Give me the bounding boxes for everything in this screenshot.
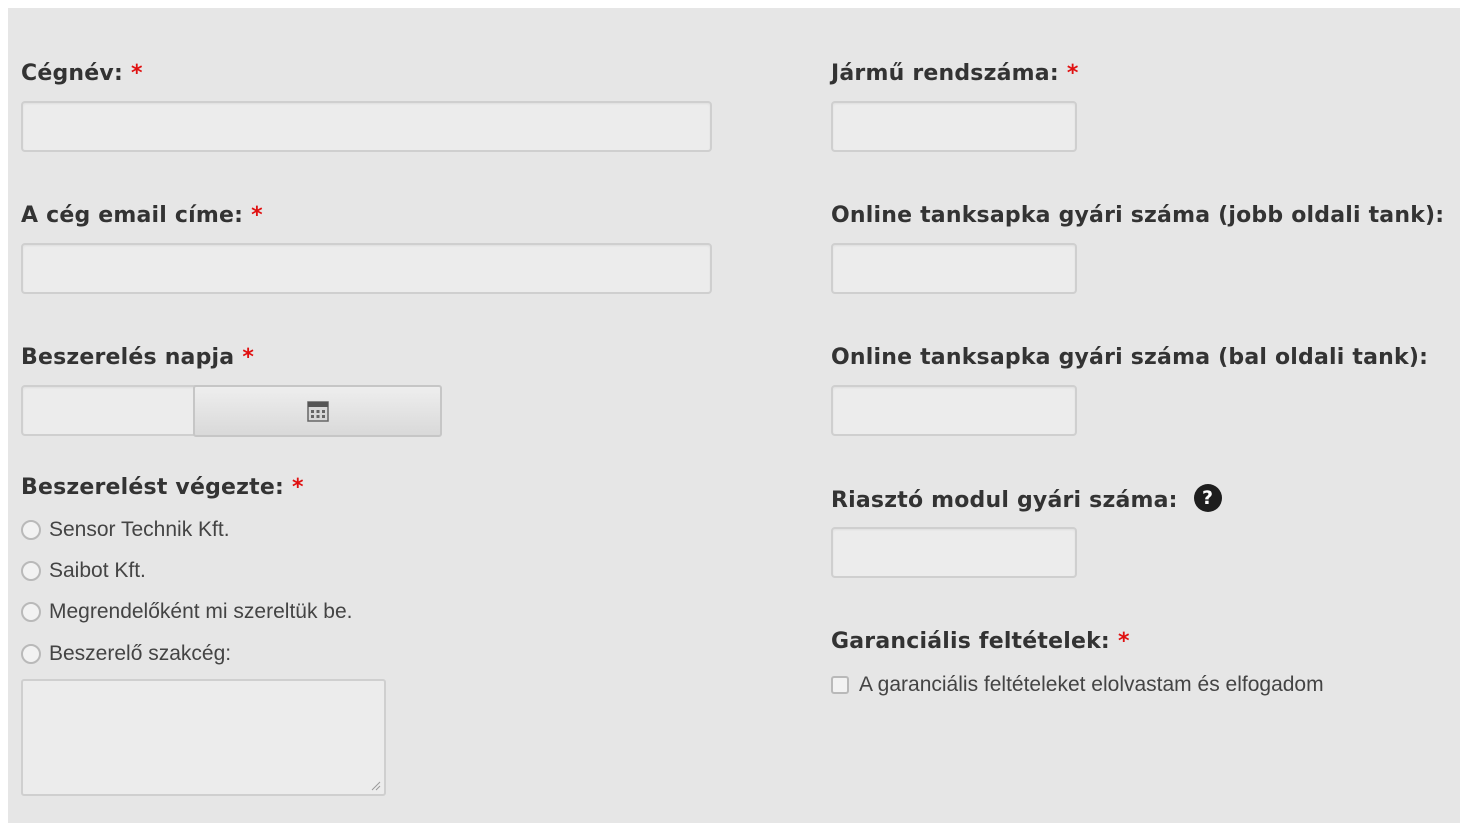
warranty-accept-label: A garanciális feltételeket elolvastam és… xyxy=(859,673,1324,696)
installer-option-saibot[interactable]: Saibot Kft. xyxy=(21,559,146,583)
option-label: Saibot Kft. xyxy=(49,559,146,582)
install-date-input[interactable] xyxy=(21,385,197,436)
tank-right-label: Online tanksapka gyári száma (jobb oldal… xyxy=(831,203,1444,228)
plate-label: Jármű rendszáma: * xyxy=(831,61,1079,86)
warranty-accept-option[interactable]: A garanciális feltételeket elolvastam és… xyxy=(831,673,1324,697)
company-email-label: A cég email címe: * xyxy=(21,203,263,228)
radio-button[interactable] xyxy=(21,561,41,581)
radio-button[interactable] xyxy=(21,602,41,622)
required-marker: * xyxy=(1117,629,1130,654)
option-label: Beszerelő szakcég: xyxy=(49,642,232,665)
installer-option-sensor-technik[interactable]: Sensor Technik Kft. xyxy=(21,518,230,542)
alarm-module-label-text: Riasztó modul gyári száma: xyxy=(831,488,1178,513)
question-circle-icon[interactable]: ? xyxy=(1193,484,1222,512)
warranty-label: Garanciális feltételek: * xyxy=(831,629,1130,654)
resize-grip-icon[interactable] xyxy=(371,781,381,791)
required-marker: * xyxy=(1066,61,1079,86)
install-date-label-text: Beszerelés napja xyxy=(21,345,235,370)
alarm-module-serial-input[interactable] xyxy=(831,527,1077,578)
alarm-module-label: Riasztó modul gyári száma:? xyxy=(831,484,1222,515)
installer-option-self[interactable]: Megrendelőként mi szereltük be. xyxy=(21,600,353,624)
tank-right-serial-input[interactable] xyxy=(831,243,1077,294)
option-label: Megrendelőként mi szereltük be. xyxy=(49,600,353,623)
specialist-company-textarea[interactable] xyxy=(21,679,386,796)
plate-input[interactable] xyxy=(831,101,1077,152)
required-marker: * xyxy=(130,61,143,86)
radio-button[interactable] xyxy=(21,520,41,540)
date-picker-button[interactable] xyxy=(193,385,442,437)
required-marker: * xyxy=(291,475,304,500)
tank-left-serial-input[interactable] xyxy=(831,385,1077,436)
company-email-label-text: A cég email címe: xyxy=(21,203,244,228)
company-email-input[interactable] xyxy=(21,243,712,294)
installer-label-text: Beszerelést végezte: xyxy=(21,475,284,500)
installer-option-specialist[interactable]: Beszerelő szakcég: xyxy=(21,642,231,666)
plate-label-text: Jármű rendszáma: xyxy=(831,61,1059,86)
radio-button[interactable] xyxy=(21,644,41,664)
calendar-icon xyxy=(306,401,329,422)
company-name-input[interactable] xyxy=(21,101,712,152)
warranty-label-text: Garanciális feltételek: xyxy=(831,629,1110,654)
required-marker: * xyxy=(251,203,263,228)
option-label: Sensor Technik Kft. xyxy=(49,518,230,541)
tank-left-label-text: Online tanksapka gyári száma (bal oldali… xyxy=(831,345,1429,370)
installer-label: Beszerelést végezte: * xyxy=(21,475,304,500)
company-name-label-text: Cégnév: xyxy=(21,61,123,86)
company-name-label: Cégnév: * xyxy=(21,61,143,86)
tank-left-label: Online tanksapka gyári száma (bal oldali… xyxy=(831,345,1428,370)
required-marker: * xyxy=(242,345,255,370)
install-date-label: Beszerelés napja * xyxy=(21,345,254,370)
tank-right-label-text: Online tanksapka gyári száma (jobb oldal… xyxy=(831,203,1445,228)
warranty-accept-checkbox[interactable] xyxy=(831,676,849,694)
